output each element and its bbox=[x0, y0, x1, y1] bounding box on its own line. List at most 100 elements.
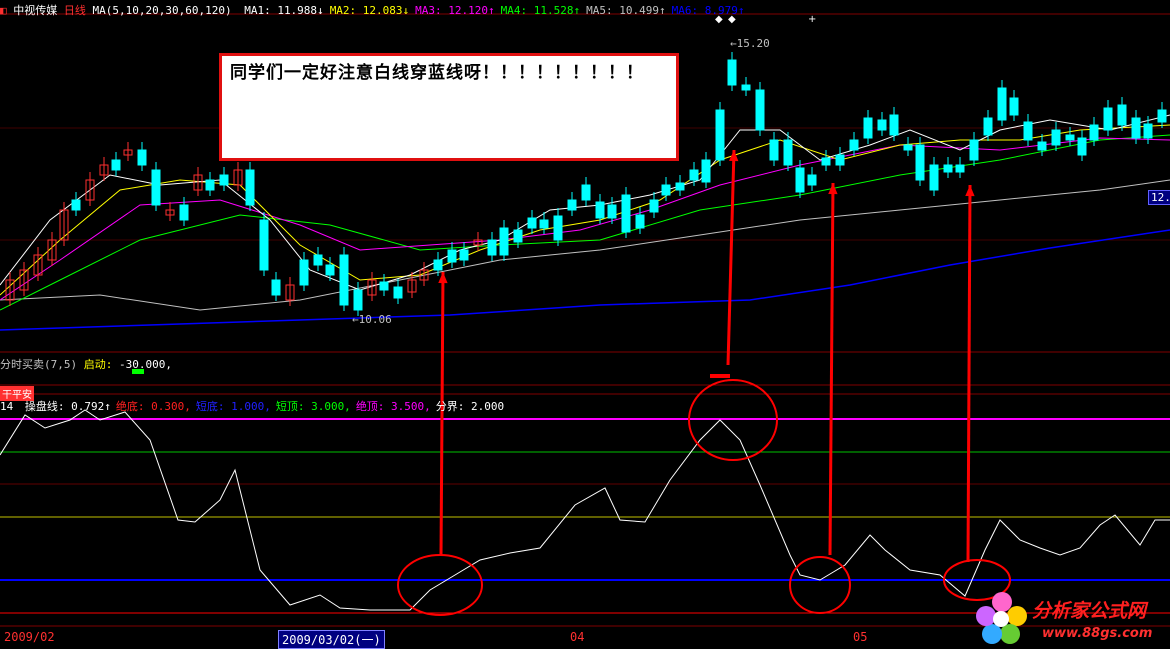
watermark-url: www.88gs.com bbox=[1042, 626, 1153, 641]
annotation-text: 同学们一定好注意白线穿蓝线呀！！！！！！！！！ bbox=[230, 63, 644, 83]
ma3-line bbox=[0, 137, 1170, 301]
candle-body-81 bbox=[1089, 124, 1099, 141]
candle-body-36 bbox=[487, 239, 497, 256]
candle-body-19 bbox=[259, 219, 269, 271]
panel3-values: 操盘线: 0.792↑ 绝底: 0.300, 短底: 1.000, 短顶: 3.000… bbox=[20, 400, 504, 413]
ma-value-1: MA1: 11.988↓ bbox=[244, 4, 324, 17]
ma-params: MA(5,10,20,30,60,120) bbox=[92, 4, 232, 17]
candle-body-32 bbox=[433, 259, 443, 271]
candle-body-64 bbox=[863, 117, 873, 139]
highlight-circle-3 bbox=[789, 556, 851, 614]
panel3-value-2: 绝底: 0.300, bbox=[115, 400, 191, 413]
date-label-feb: 2009/02 bbox=[4, 630, 55, 644]
high-price-label: ←15.20 bbox=[730, 37, 770, 50]
panel3-value-6: 分界: 2.000 bbox=[435, 400, 505, 413]
panel3-value-5: 绝顶: 3.500, bbox=[355, 400, 431, 413]
candle-body-78 bbox=[1051, 129, 1061, 146]
arrow-4-head bbox=[965, 185, 975, 197]
candle-body-39 bbox=[527, 217, 537, 229]
candle-body-58 bbox=[783, 139, 793, 166]
panel3-prefix: 14 bbox=[0, 400, 14, 413]
candle-body-69 bbox=[929, 164, 939, 191]
candle-body-43 bbox=[581, 184, 591, 201]
panel2-title: 分时买卖(7,5) bbox=[0, 358, 78, 371]
candle-body-86 bbox=[1157, 109, 1167, 123]
candle-body-16 bbox=[219, 174, 229, 186]
candle-body-34 bbox=[459, 249, 469, 261]
flower-icon bbox=[976, 592, 1027, 644]
watermark-title: 分析家公式网 bbox=[1032, 600, 1147, 622]
candle-body-56 bbox=[755, 89, 765, 131]
candle-body-66 bbox=[889, 114, 899, 136]
candle-body-18 bbox=[245, 169, 255, 206]
panel3-value-3: 短底: 1.000, bbox=[195, 400, 271, 413]
ma-value-4: MA4: 11.528↑ bbox=[500, 4, 581, 17]
candle-body-80 bbox=[1077, 137, 1087, 156]
candle-body-38 bbox=[513, 229, 523, 243]
candle-body-74 bbox=[997, 87, 1007, 121]
candle-body-70 bbox=[943, 164, 953, 173]
candle-body-29 bbox=[393, 286, 403, 299]
arrow-1-head bbox=[438, 272, 448, 284]
candle-body-52 bbox=[701, 159, 711, 183]
signal-marker-3: + bbox=[808, 14, 816, 25]
candle-body-46 bbox=[621, 194, 631, 233]
candle-body-41 bbox=[553, 215, 563, 241]
candle-body-33 bbox=[447, 249, 457, 263]
annotation-box: 同学们一定好注意白线穿蓝线呀！！！！！！！！！ bbox=[219, 53, 679, 161]
candle-body-76 bbox=[1023, 121, 1033, 141]
candle-body-23 bbox=[313, 254, 323, 266]
candle-body-44 bbox=[595, 201, 605, 219]
date-label-selected[interactable]: 2009/03/02(一) bbox=[278, 630, 385, 649]
candle-body-54 bbox=[727, 59, 737, 86]
candle-body-67 bbox=[903, 144, 913, 151]
candle-body-75 bbox=[1009, 97, 1019, 116]
candle-body-22 bbox=[299, 259, 309, 286]
start-marker bbox=[132, 369, 144, 374]
start-value: -30.000, bbox=[119, 358, 172, 371]
candle-body-26 bbox=[353, 289, 363, 311]
arrow-3 bbox=[828, 182, 835, 556]
low-price-label: ←10.06 bbox=[352, 313, 392, 326]
watermark-logo: 分析家公式网 www.88gs.com bbox=[970, 588, 1170, 648]
date-label-may: 05 bbox=[853, 630, 868, 644]
candle-body-68 bbox=[915, 144, 925, 181]
indicator-icon: ◧ bbox=[0, 4, 7, 17]
candle-body-13 bbox=[179, 204, 189, 221]
candle-body-82 bbox=[1103, 107, 1113, 131]
highlight-circle-1 bbox=[397, 554, 483, 616]
candle-body-85 bbox=[1143, 123, 1153, 139]
candle-body-48 bbox=[649, 199, 659, 213]
current-price-box: 12. bbox=[1148, 190, 1170, 205]
candle-body-61 bbox=[821, 157, 831, 166]
candle-body-10 bbox=[137, 149, 147, 166]
panel3-value-4: 短顶: 3.000, bbox=[275, 400, 351, 413]
candle-body-63 bbox=[849, 139, 859, 151]
panel3-value-1: 操盘线: 0.792↑ bbox=[24, 400, 111, 413]
ma-value-3: MA3: 12.120↑ bbox=[415, 4, 495, 17]
arrow-3-head bbox=[828, 183, 838, 195]
candle-body-51 bbox=[689, 169, 699, 181]
candle-body-62 bbox=[835, 154, 845, 166]
ma-values: MA1: 11.988↓ MA2: 12.083↓ MA3: 12.120↑ MA4:… bbox=[238, 4, 744, 17]
candle-body-57 bbox=[769, 139, 779, 161]
panel2-header: 分时买卖(7,5) 启动: -30.000, bbox=[0, 356, 172, 372]
start-label: 启动: bbox=[83, 358, 113, 371]
candle-body-72 bbox=[969, 139, 979, 161]
candle-body-24 bbox=[325, 264, 335, 276]
candle-body-71 bbox=[955, 164, 965, 173]
candle-body-20 bbox=[271, 279, 281, 296]
candle-body-53 bbox=[715, 109, 725, 161]
candle-body-25 bbox=[339, 254, 349, 306]
candle-body-55 bbox=[741, 84, 751, 91]
stock-name[interactable]: 中视传媒 bbox=[13, 4, 57, 17]
panel3-header: 14 操盘线: 0.792↑ 绝底: 0.300, 短底: 1.000, 短顶: 3.… bbox=[0, 398, 504, 414]
period-label[interactable]: 日线 bbox=[64, 4, 86, 17]
chart-header: ◧ 中视传媒 日线 MA(5,10,20,30,60,120) MA1: 11.… bbox=[0, 2, 744, 18]
candle-body-83 bbox=[1117, 104, 1127, 126]
candle-body-28 bbox=[379, 281, 389, 291]
candle-body-42 bbox=[567, 199, 577, 211]
ma-value-6: MA6: 8.979↑ bbox=[671, 4, 745, 17]
arrow-4 bbox=[966, 184, 972, 563]
ma-value-5: MA5: 10.499↑ bbox=[586, 4, 666, 17]
